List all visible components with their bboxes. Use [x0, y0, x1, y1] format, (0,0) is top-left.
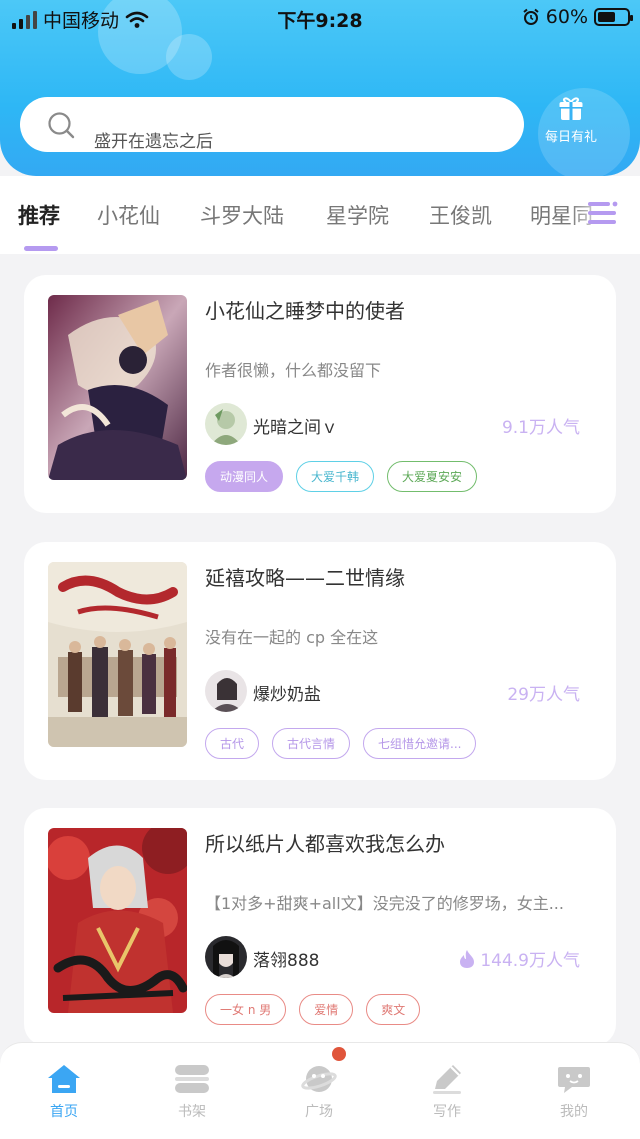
book-card[interactable]: 延禧攻略——二世情缘 没有在一起的 cp 全在这 爆炒奶盐 29万人气 古代 古… [24, 542, 616, 780]
battery-icon [594, 8, 633, 26]
nav-home[interactable]: 首页 [24, 1063, 104, 1121]
planet-icon [301, 1066, 337, 1092]
alarm-icon [523, 8, 539, 25]
battery-percent: 60% [545, 6, 588, 28]
tab-recommend[interactable]: 推荐 [18, 200, 60, 230]
pen-icon [433, 1065, 461, 1094]
nav-square-label: 广场 [305, 1104, 333, 1120]
book-title[interactable]: 小花仙之睡梦中的使者 [205, 295, 405, 324]
popularity-label: 144.9万人气 [480, 951, 580, 971]
tag-list: 古代 古代言情 七组惜允邀请... [205, 728, 477, 759]
tab-douluodalu[interactable]: 斗罗大陆 [200, 200, 284, 230]
nav-square[interactable]: 广场 [279, 1063, 359, 1121]
active-tab-indicator [24, 246, 58, 251]
search-icon [48, 112, 75, 139]
nav-bookshelf-label: 书架 [178, 1104, 206, 1120]
gift-label: 每日有礼 [544, 130, 597, 145]
author-name[interactable]: 光暗之间ｖ [253, 413, 338, 438]
status-bar: 中国移动 下午9:28 60% [0, 0, 640, 36]
tag[interactable]: 动漫同人 [205, 461, 284, 492]
book-title[interactable]: 延禧攻略——二世情缘 [205, 562, 405, 591]
book-cover[interactable] [48, 295, 187, 480]
chat-icon [558, 1067, 590, 1093]
avatar[interactable] [205, 936, 247, 978]
book-cover[interactable] [48, 828, 187, 1013]
tab-xiaohuaxian[interactable]: 小花仙 [97, 200, 160, 230]
nav-write-label: 写作 [433, 1104, 461, 1120]
home-icon [48, 1065, 80, 1093]
nav-bookshelf[interactable]: 书架 [152, 1063, 232, 1121]
avatar[interactable] [205, 403, 247, 445]
book-title[interactable]: 所以纸片人都喜欢我怎么办 [205, 828, 445, 857]
avatar[interactable] [205, 670, 247, 712]
header-bubble [166, 34, 212, 80]
book-card[interactable]: 小花仙之睡梦中的使者 作者很懒，什么都没留下 光暗之间ｖ 9.1万人气 动漫同人… [24, 275, 616, 513]
bookshelf-icon [175, 1065, 209, 1093]
book-description: 【1对多+甜爽+all文】没完没了的修罗场，女主... [205, 894, 564, 913]
daily-gift-button[interactable]: 每日有礼 [540, 96, 602, 156]
tag[interactable]: 大爱夏安安 [387, 461, 478, 492]
popularity-count: 144.9万人气 [458, 946, 580, 971]
popularity-count: 9.1万人气 [502, 413, 580, 438]
header: 中国移动 下午9:28 60% 盛开在遗忘之后 每日有礼 [0, 0, 640, 176]
tag[interactable]: 古代 [205, 728, 260, 759]
category-tabs: 推荐 小花仙 斗罗大陆 星学院 王俊凯 明星同 [0, 176, 640, 254]
tag[interactable]: 一女 n 男 [205, 994, 287, 1025]
tag-list: 一女 n 男 爱情 爽文 [205, 994, 421, 1025]
nav-home-label: 首页 [50, 1104, 78, 1120]
author-name[interactable]: 爆炒奶盐 [253, 680, 321, 705]
search-placeholder: 盛开在遗忘之后 [94, 132, 213, 152]
tag[interactable]: 七组惜允邀请... [363, 728, 477, 759]
search-input[interactable]: 盛开在遗忘之后 [20, 97, 524, 152]
fire-icon [460, 949, 475, 968]
menu-icon[interactable] [586, 196, 620, 230]
book-description: 没有在一起的 cp 全在这 [205, 628, 379, 647]
tag[interactable]: 古代言情 [272, 728, 351, 759]
popularity-label: 9.1万人气 [501, 418, 580, 438]
tab-wangjunkai[interactable]: 王俊凯 [429, 200, 492, 230]
book-card[interactable]: 所以纸片人都喜欢我怎么办 【1对多+甜爽+all文】没完没了的修罗场，女主...… [24, 808, 616, 1046]
book-cover[interactable] [48, 562, 187, 747]
popularity-label: 29万人气 [507, 685, 580, 705]
bottom-navigation: 首页 书架 广场 写作 我的 [0, 1042, 640, 1139]
tag[interactable]: 大爱千韩 [296, 461, 375, 492]
notification-badge [332, 1047, 346, 1061]
tag[interactable]: 爽文 [366, 994, 421, 1025]
nav-write[interactable]: 写作 [407, 1063, 487, 1121]
tab-xingxueyuan[interactable]: 星学院 [326, 200, 389, 230]
popularity-count: 29万人气 [507, 680, 580, 705]
battery-level [598, 12, 615, 22]
nav-me-label: 我的 [560, 1104, 588, 1120]
book-description: 作者很懒，什么都没留下 [205, 361, 382, 380]
tag-list: 动漫同人 大爱千韩 大爱夏安安 [205, 461, 478, 492]
nav-me[interactable]: 我的 [534, 1063, 614, 1121]
gift-icon [559, 97, 583, 120]
author-name[interactable]: 落翎888 [253, 946, 319, 971]
tag[interactable]: 爱情 [299, 994, 354, 1025]
